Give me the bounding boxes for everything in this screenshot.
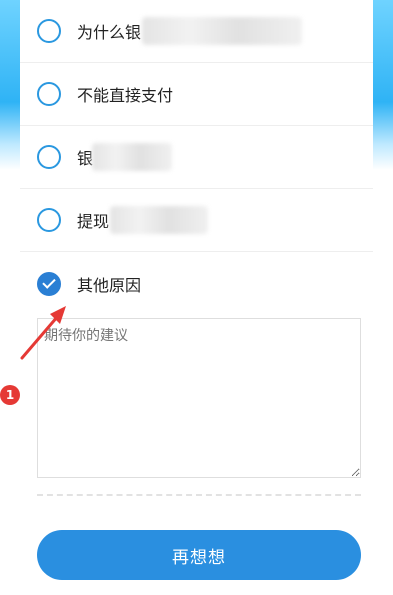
annotation-arrow-icon xyxy=(20,306,66,360)
step-badge: 1 xyxy=(0,385,20,405)
